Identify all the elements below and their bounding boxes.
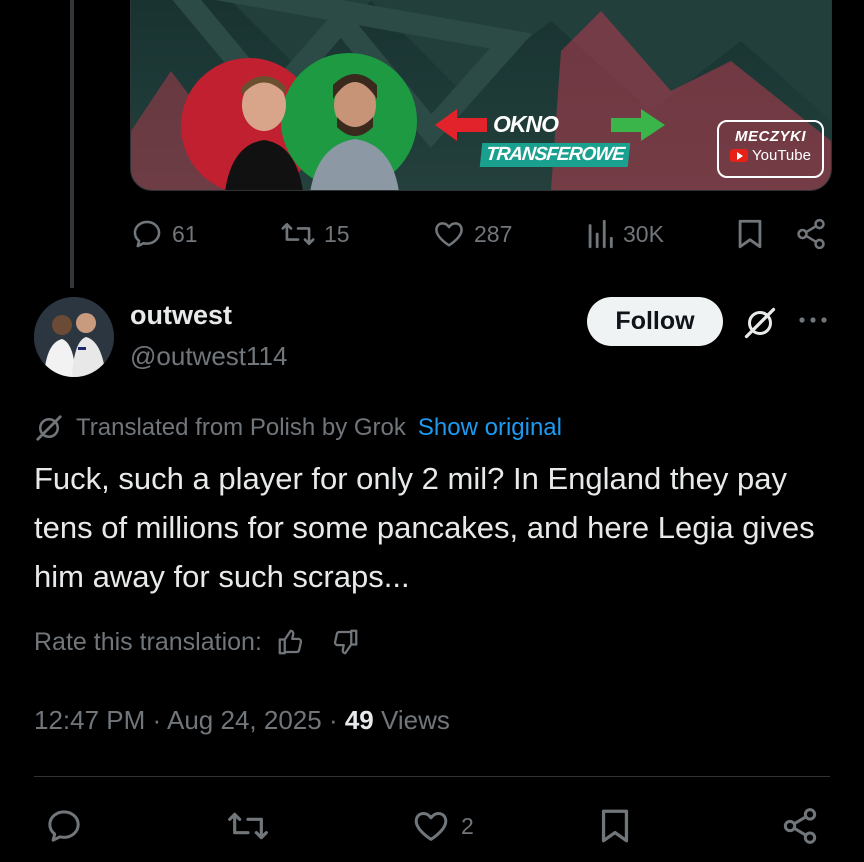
thumbs-down-icon[interactable] — [330, 627, 360, 657]
media-person-left — [225, 76, 303, 190]
show-original-link[interactable]: Show original — [418, 414, 562, 442]
views-button[interactable]: 30K — [585, 216, 664, 252]
rate-translation-label: Rate this translation: — [34, 627, 262, 656]
follow-button[interactable]: Follow — [587, 297, 723, 346]
rate-translation: Rate this translation: — [34, 627, 360, 657]
repost-icon — [281, 222, 315, 246]
tweet-metadata: 12:47 PM · Aug 24, 2025 · 49 Views — [34, 705, 450, 736]
tweet-action-bar: 2 — [0, 805, 864, 847]
like-count: 2 — [461, 812, 474, 839]
share-button[interactable] — [794, 216, 828, 252]
reply-icon — [48, 810, 80, 842]
repost-button[interactable] — [226, 805, 270, 847]
like-button[interactable]: 2 — [411, 805, 474, 847]
bookmark-icon — [738, 219, 762, 249]
bookmark-button[interactable] — [734, 216, 766, 252]
share-button[interactable] — [780, 805, 820, 847]
tweet-views-label: Views — [381, 705, 450, 735]
brand-platform-label: YouTube — [752, 147, 811, 164]
banner-title: OKNO — [493, 111, 559, 137]
avatar-image — [34, 297, 114, 377]
more-icon — [799, 317, 827, 323]
meta-separator: · — [152, 705, 162, 735]
like-count: 287 — [474, 220, 513, 247]
heart-icon — [435, 222, 463, 247]
repost-button[interactable]: 15 — [280, 216, 350, 252]
bookmark-icon — [601, 809, 629, 843]
divider — [34, 776, 830, 777]
share-icon — [797, 218, 825, 250]
share-icon — [783, 808, 817, 844]
translation-notice-text: Translated from Polish by Grok — [76, 414, 406, 441]
more-options-button[interactable] — [796, 310, 830, 335]
tweet-text: Fuck, such a player for only 2 mil? In E… — [34, 461, 815, 594]
brand-name: MECZYKI — [735, 128, 806, 145]
tweet-views-count: 49 — [344, 705, 374, 735]
brand-logo: MECZYKI YouTube — [717, 120, 824, 178]
reply-icon — [133, 220, 161, 248]
reply-button[interactable]: 61 — [130, 216, 198, 252]
like-button[interactable]: 287 — [432, 216, 512, 252]
repost-icon — [228, 812, 268, 840]
author-display-name[interactable]: outwest — [130, 300, 232, 331]
tweet-time[interactable]: 12:47 PM — [34, 705, 145, 735]
author-handle[interactable]: @outwest114 — [130, 341, 287, 372]
grok-button[interactable] — [742, 305, 778, 346]
transfer-window-banner: OKNO TRANSFEROWE — [435, 109, 665, 179]
reply-count: 61 — [172, 220, 198, 247]
parent-post-action-bar: 61 15 287 30K — [130, 216, 830, 252]
heart-icon — [414, 812, 448, 841]
views-count: 30K — [623, 220, 664, 247]
grok-translate-icon — [36, 415, 62, 441]
thumbs-up-icon[interactable] — [276, 627, 306, 657]
brand-platform: YouTube — [719, 147, 822, 164]
youtube-play-icon — [730, 149, 749, 162]
repost-count: 15 — [324, 220, 350, 247]
tweet-date[interactable]: Aug 24, 2025 — [167, 705, 322, 735]
media-person-right — [310, 74, 399, 190]
reply-button[interactable] — [44, 805, 84, 847]
media-card[interactable]: OKNO TRANSFEROWE MECZYKI YouTube — [130, 0, 832, 191]
bookmark-button[interactable] — [597, 805, 633, 847]
grok-icon — [744, 307, 776, 339]
avatar[interactable] — [34, 297, 114, 377]
banner-subtitle: TRANSFEROWE — [479, 143, 631, 167]
views-chart-icon — [588, 219, 613, 249]
thread-connector-line — [70, 0, 74, 288]
meta-separator: · — [328, 705, 338, 735]
translation-notice: Translated from Polish by Grok Show orig… — [34, 413, 562, 443]
